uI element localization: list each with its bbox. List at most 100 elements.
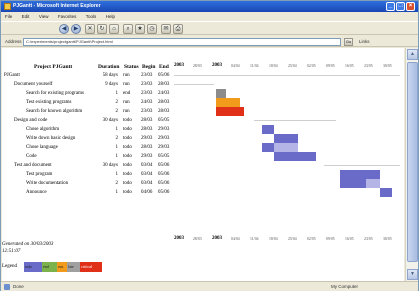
- task-duration: 1: [115, 127, 119, 132]
- links-label[interactable]: Links: [359, 36, 370, 47]
- scroll-thumb[interactable]: [407, 62, 418, 262]
- close-button[interactable]: ×: [406, 2, 415, 11]
- task-end: 05/05: [158, 118, 170, 123]
- legend-item-run: run: [57, 262, 67, 272]
- task-end: 05/06: [158, 172, 170, 177]
- menu-view[interactable]: View: [39, 12, 49, 21]
- task-duration: 1: [115, 91, 119, 96]
- task-duration: 2: [115, 100, 119, 105]
- task-bar: [274, 143, 298, 152]
- maximize-button[interactable]: □: [396, 2, 405, 11]
- date-tick-label: 23/05: [364, 64, 373, 68]
- task-begin: 28/03: [141, 127, 153, 132]
- task-name: Write documentation: [26, 181, 69, 186]
- task-end: 28/03: [158, 100, 170, 105]
- task-duration: 1: [115, 154, 119, 159]
- task-end: 05/06: [158, 163, 170, 168]
- project-gantt: Project PJGantt Duration Status Begin En…: [2, 48, 404, 281]
- task-begin: 24/03: [141, 100, 153, 105]
- task-status: todo: [123, 172, 132, 177]
- task-duration: 58 days: [102, 73, 118, 78]
- title-bar[interactable]: PJGantt - Microsoft Internet Explorer _ …: [1, 1, 418, 12]
- task-name: Test program: [26, 172, 53, 177]
- task-status: run: [123, 100, 130, 105]
- minimize-button[interactable]: _: [386, 2, 395, 11]
- vertical-scrollbar[interactable]: ▲ ▼: [405, 48, 418, 281]
- task-begin: 03/04: [141, 172, 153, 177]
- task-bar: [274, 134, 298, 143]
- print-button[interactable]: ⎙: [173, 24, 183, 34]
- menu-file[interactable]: File: [5, 12, 12, 21]
- toolbar: ◀ ▶ ✕ ↻ ⌂ ⌕ ★ ◷ ✉ ⎙: [1, 21, 418, 35]
- task-begin: 23/03: [141, 82, 153, 87]
- menu-edit[interactable]: Edit: [22, 12, 30, 21]
- date-tick-label: 16/05: [345, 64, 354, 68]
- task-end: 28/03: [158, 82, 170, 87]
- date-header-top: 2003 28/03 2003 04/04 11/04 18/04 25/04 02/05 09…: [174, 63, 404, 69]
- task-duration: 30 days: [102, 118, 118, 123]
- home-button[interactable]: ⌂: [109, 24, 119, 34]
- task-bar: [274, 152, 316, 161]
- legend-item-critical: critical: [80, 262, 102, 272]
- task-end: 05/06: [158, 73, 170, 78]
- scroll-down-icon[interactable]: ▼: [407, 269, 418, 280]
- stop-button[interactable]: ✕: [85, 24, 95, 34]
- task-duration: 2: [115, 181, 119, 186]
- back-button[interactable]: ◀: [59, 24, 69, 34]
- summary-line: [174, 75, 400, 76]
- search-button[interactable]: ⌕: [123, 24, 133, 34]
- forward-button[interactable]: ▶: [71, 24, 81, 34]
- mail-button[interactable]: ✉: [161, 24, 171, 34]
- task-name: Search for known algorithm: [26, 109, 83, 114]
- task-bar: [216, 89, 226, 98]
- header-end: End: [159, 64, 169, 70]
- menu-bar: File Edit View Favorites Tools Help: [1, 12, 418, 21]
- task-duration: 9 days: [105, 82, 118, 87]
- address-label: Address: [5, 39, 22, 44]
- task-bar: [340, 170, 380, 179]
- generated-note: Generated on 30/03/2003 12:51:07: [2, 241, 162, 255]
- history-button[interactable]: ◷: [147, 24, 157, 34]
- menu-favorites[interactable]: Favorites: [58, 12, 77, 21]
- go-button[interactable]: Go: [344, 38, 353, 46]
- date-tick-label: 11/04: [250, 64, 259, 68]
- task-begin: 23/03: [141, 109, 153, 114]
- favorites-button[interactable]: ★: [135, 24, 145, 34]
- task-bar: [366, 179, 380, 188]
- task-status: run: [123, 82, 130, 87]
- date-tick-label: 28/03: [193, 237, 202, 241]
- date-tick-label: 02/05: [307, 64, 316, 68]
- menu-help[interactable]: Help: [106, 12, 115, 21]
- date-tick-label: 2003: [212, 236, 222, 241]
- task-begin: 28/03: [141, 118, 153, 123]
- task-begin: 28/03: [141, 145, 153, 150]
- address-input[interactable]: C:\experiments\projectgantt\PJGantt\Proj…: [23, 38, 341, 46]
- menu-tools[interactable]: Tools: [86, 12, 97, 21]
- task-name: PJGantt: [4, 73, 20, 78]
- task-begin: 23/03: [141, 91, 153, 96]
- task-name: Chose language: [26, 145, 58, 150]
- task-status: todo: [123, 145, 132, 150]
- task-status: run: [123, 109, 130, 114]
- task-begin: 29/03: [141, 154, 153, 159]
- task-status: todo: [123, 136, 132, 141]
- task-duration: 1: [115, 145, 119, 150]
- date-tick-label: 2003: [212, 63, 222, 68]
- summary-line: [254, 120, 336, 121]
- task-duration: 30 days: [102, 163, 118, 168]
- task-bar: [262, 143, 274, 152]
- task-status: todo: [123, 154, 132, 159]
- task-duration: 2: [115, 136, 119, 141]
- scroll-up-icon[interactable]: ▲: [407, 49, 418, 60]
- date-tick-label: 02/05: [307, 237, 316, 241]
- refresh-button[interactable]: ↻: [97, 24, 107, 34]
- address-bar: Address C:\experiments\projectgantt\PJGa…: [1, 36, 418, 47]
- date-tick-label: 30/05: [383, 64, 392, 68]
- task-end: 29/03: [158, 136, 170, 141]
- date-tick-label: 18/04: [269, 64, 278, 68]
- date-tick-label: 23/05: [364, 237, 373, 241]
- task-duration: 1: [115, 172, 119, 177]
- task-end: 24/03: [158, 91, 170, 96]
- task-status: end: [123, 91, 131, 96]
- task-name: Chose algorithm: [26, 127, 60, 132]
